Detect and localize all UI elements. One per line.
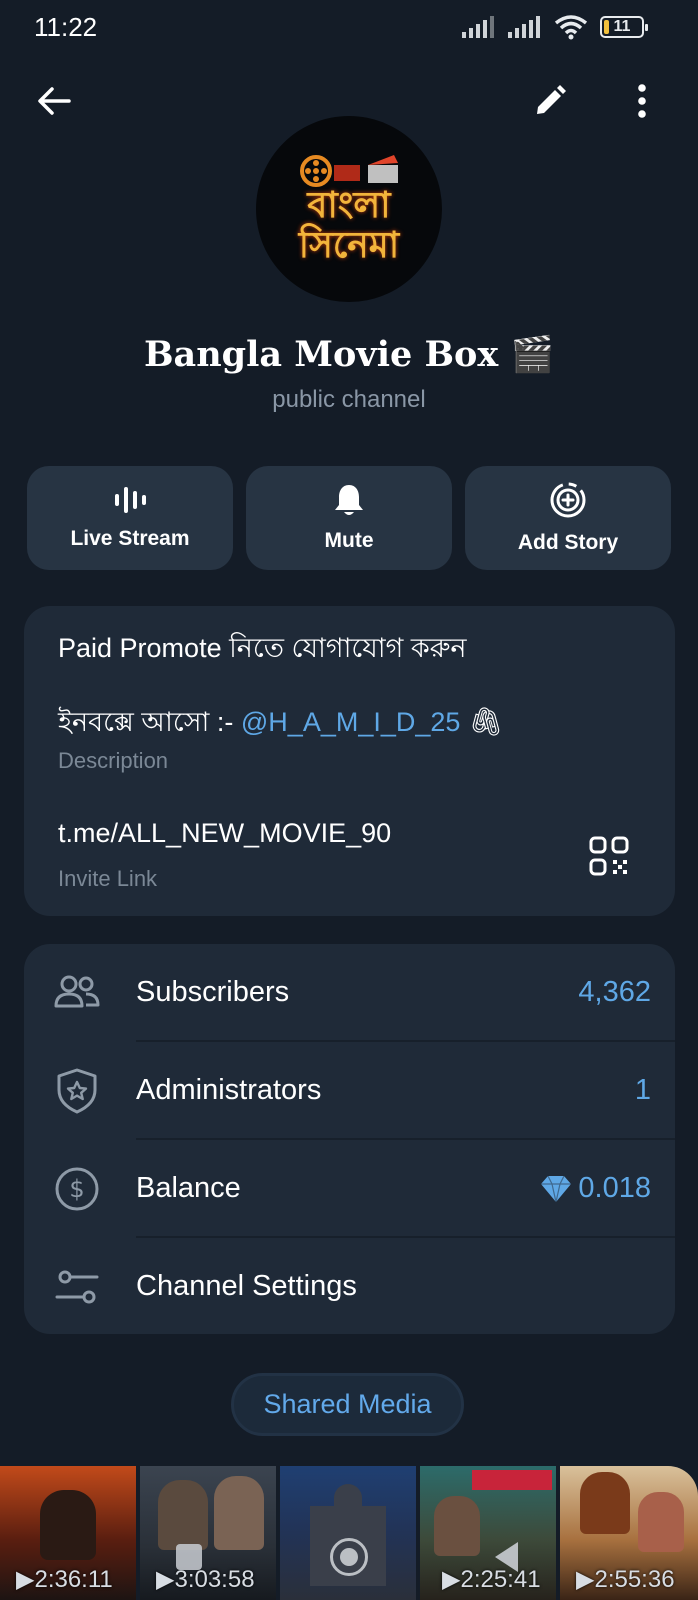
action-buttons: Live Stream Mute Add Story [27, 466, 671, 572]
more-vertical-icon [638, 84, 646, 118]
mute-label: Mute [324, 529, 374, 552]
arrow-left-icon [38, 87, 71, 115]
duration-text: 2:55:36 [594, 1566, 675, 1593]
channel-title: Bangla Movie Box 🎬 [143, 334, 555, 375]
balance-value: 0.018 [540, 1172, 651, 1205]
media-thumbnail[interactable]: ▶3:03:58 [140, 1466, 276, 1600]
contact-link[interactable]: @H_A_M_I_D_25 [241, 707, 461, 737]
video-duration: ▶2:25:41 [442, 1566, 541, 1593]
signal-icon [508, 16, 540, 38]
status-icons: 11 [462, 14, 648, 40]
channel-avatar[interactable]: বাংলা সিনেমা [256, 116, 442, 302]
live-stream-label: Live Stream [70, 527, 190, 550]
media-thumbnail[interactable]: ▶2:36:11 [0, 1466, 136, 1600]
add-story-button[interactable]: Add Story [465, 466, 671, 570]
signal-icon [462, 16, 494, 38]
subscribers-label: Subscribers [136, 976, 290, 1008]
invite-link-caption: Invite Link [58, 866, 158, 891]
settings-sliders-icon [55, 1270, 99, 1304]
channel-subtitle: public channel [272, 386, 426, 413]
channel-stats-card: Subscribers 4,362 Administrators 1 $ Bal… [24, 944, 675, 1334]
live-stream-icon [115, 487, 146, 513]
thumbnail-figure [434, 1496, 480, 1556]
thumbnail-figure [638, 1492, 684, 1552]
avatar-text-line2: সিনেমা [298, 224, 400, 266]
avatar-text-line1: বাংলা [307, 184, 391, 226]
qr-code-icon [589, 836, 629, 876]
administrators-row[interactable]: Administrators 1 [24, 1042, 675, 1140]
mute-button[interactable]: Mute [246, 466, 452, 570]
administrators-label: Administrators [136, 1074, 322, 1106]
battery-level: 11 [613, 18, 631, 35]
subscribers-row[interactable]: Subscribers 4,362 [24, 944, 675, 1042]
media-thumbnail[interactable]: ▶2:25:41 [420, 1466, 556, 1600]
info-card: Paid Promote নিতে যোগাযোগ করুন ইনবক্সে আ… [24, 606, 675, 916]
shared-media-label: Shared Media [263, 1389, 432, 1419]
description-line2: ইনবক্সে আসো :- @H_A_M_I_D_25 🖇 [58, 702, 503, 747]
people-icon [54, 975, 100, 1008]
balance-label: Balance [136, 1172, 241, 1204]
live-stream-button[interactable]: Live Stream [27, 466, 233, 570]
thumbnail-building [310, 1506, 386, 1586]
video-duration: ▶2:36:11 [16, 1566, 113, 1593]
balance-row[interactable]: $ Balance 0.018 [24, 1140, 675, 1238]
thumbnail-figure [40, 1490, 96, 1560]
channel-settings-label: Channel Settings [136, 1270, 357, 1302]
status-bar: 11:22 11 [0, 0, 698, 52]
qr-code-button[interactable] [589, 836, 629, 876]
battery-icon: 11 [600, 16, 648, 38]
description-prefix: ইনবক্সে আসো :- [58, 707, 241, 737]
more-button[interactable] [614, 73, 670, 129]
diamond-icon [541, 1175, 572, 1202]
thumbnail-figure [580, 1472, 630, 1534]
thumbnail-dome [334, 1484, 362, 1510]
dollar-circle-icon: $ [55, 1167, 99, 1211]
administrators-count: 1 [634, 1074, 651, 1106]
svg-text:$: $ [69, 1175, 84, 1203]
media-thumbnail[interactable] [280, 1466, 416, 1600]
back-button[interactable] [26, 73, 82, 129]
bell-icon [335, 485, 363, 515]
add-story-icon [550, 482, 586, 518]
paperclip-emoji: 🖇 [467, 706, 504, 737]
thumbnail-banner [472, 1470, 552, 1490]
channel-settings-row[interactable]: Channel Settings [24, 1238, 675, 1336]
status-time: 11:22 [34, 12, 98, 42]
video-duration: ▶2:55:36 [576, 1566, 675, 1593]
add-story-label: Add Story [517, 531, 619, 554]
shared-media-strip: ▶2:36:11 ▶3:03:58 ▶2:25:41 ▶2:55:36 [0, 1466, 698, 1600]
video-duration: ▶3:03:58 [156, 1566, 255, 1593]
description-caption: Description [58, 748, 169, 773]
edit-button[interactable] [522, 73, 578, 129]
balance-amount: 0.018 [578, 1172, 651, 1204]
shield-star-icon [57, 1068, 97, 1114]
duration-text: 3:03:58 [174, 1566, 255, 1593]
media-thumbnail[interactable]: ▶2:55:36 [560, 1466, 698, 1600]
pencil-icon [537, 85, 566, 114]
subscribers-count: 4,362 [578, 976, 651, 1008]
duration-text: 2:36:11 [34, 1566, 113, 1593]
wifi-icon [554, 15, 588, 40]
thumbnail-figure [214, 1476, 264, 1550]
description-line1: Paid Promote নিতে যোগাযোগ করুন [58, 633, 467, 663]
duration-text: 2:25:41 [460, 1566, 541, 1593]
thumbnail-figure [158, 1480, 208, 1550]
shared-media-button[interactable]: Shared Media [231, 1373, 464, 1436]
invite-link[interactable]: t.me/ALL_NEW_MOVIE_90 [58, 818, 391, 849]
